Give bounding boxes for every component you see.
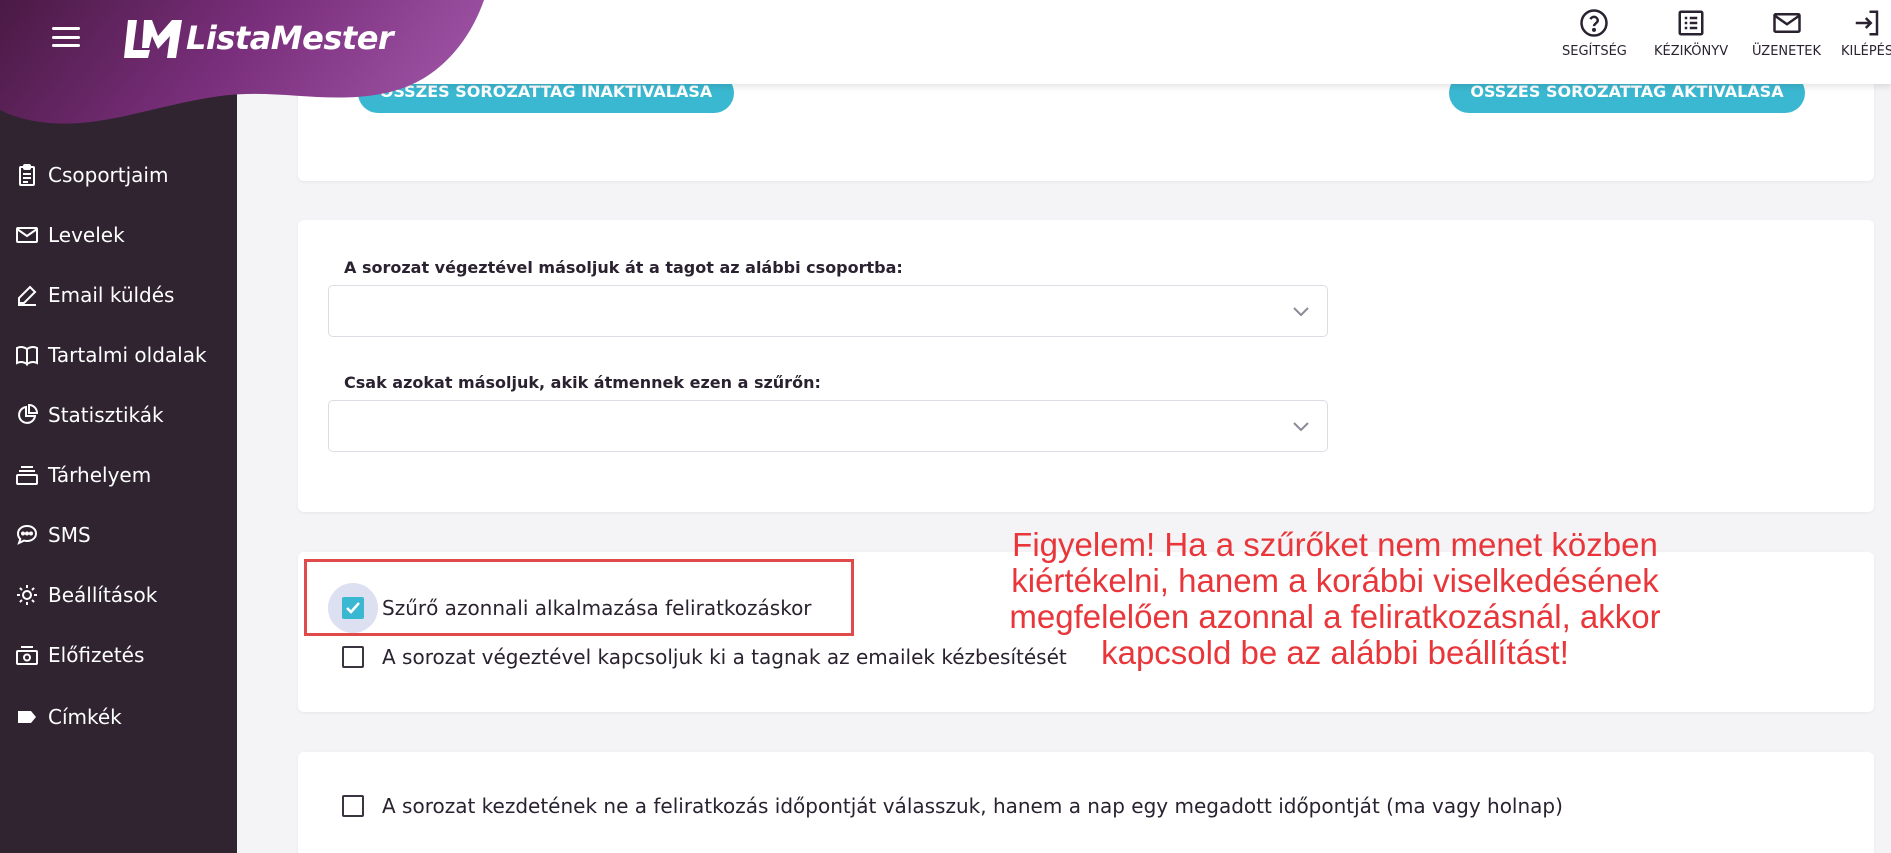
clipboard-icon	[14, 162, 40, 188]
logout-label: KILÉPÉS	[1841, 44, 1891, 59]
sidebar-item-label: Beállítások	[48, 583, 158, 607]
sidebar-item-beallitasok[interactable]: Beállítások	[0, 573, 237, 617]
messages-button[interactable]: ÜZENETEK	[1752, 8, 1821, 59]
tag-icon	[14, 704, 40, 730]
sidebar-item-label: Csoportjaim	[48, 163, 169, 187]
pencil-icon	[14, 282, 40, 308]
filter-label: Csak azokat másoljuk, akik átmennek ezen…	[344, 373, 821, 392]
sidebar-item-label: Email küldés	[48, 283, 175, 307]
messages-label: ÜZENETEK	[1752, 44, 1822, 59]
chat-bubble-icon	[14, 522, 40, 548]
manual-list-icon	[1678, 10, 1704, 36]
sidebar-item-csoportjaim[interactable]: Csoportjaim	[0, 153, 237, 197]
help-label: SEGÍTSÉG	[1562, 44, 1627, 59]
sidebar-item-label: Statisztikák	[48, 403, 164, 427]
sidebar-item-label: Tartalmi oldalak	[48, 343, 207, 367]
sidebar-item-levelek[interactable]: Levelek	[0, 213, 237, 257]
manual-label: KÉZIKÖNYV	[1654, 44, 1729, 59]
start-time-checkbox[interactable]	[342, 795, 364, 817]
copy-group-select[interactable]	[328, 285, 1328, 337]
disable-email-checkbox[interactable]	[342, 646, 364, 668]
book-icon	[14, 342, 40, 368]
help-button[interactable]: SEGÍTSÉG	[1562, 8, 1627, 59]
sidebar-item-label: Tárhelyem	[48, 463, 152, 487]
chevron-down-icon	[1293, 422, 1309, 432]
highlight-box	[304, 559, 854, 636]
chevron-down-icon	[1293, 307, 1309, 317]
sidebar-item-elofizetes[interactable]: Előfizetés	[0, 633, 237, 677]
sidebar-item-label: Címkék	[48, 705, 122, 729]
start-time-option[interactable]: A sorozat kezdetének ne a feliratkozás i…	[342, 794, 1563, 818]
pie-chart-icon	[14, 402, 40, 428]
brand-name: ListaMester	[186, 19, 394, 57]
disable-email-label: A sorozat végeztével kapcsoljuk ki a tag…	[382, 645, 1067, 669]
sidebar-item-tartalmi-oldalak[interactable]: Tartalmi oldalak	[0, 333, 237, 377]
mail-icon	[1772, 13, 1801, 33]
storage-icon	[14, 462, 40, 488]
sidebar-item-cimkek[interactable]: Címkék	[0, 695, 237, 739]
sidebar-item-email-kuldes[interactable]: Email küldés	[0, 273, 237, 317]
help-circle-icon	[1580, 9, 1609, 37]
sidebar-item-label: Levelek	[48, 223, 125, 247]
manual-button[interactable]: KÉZIKÖNYV	[1654, 8, 1728, 59]
sidebar-item-label: SMS	[48, 523, 91, 547]
payment-icon	[14, 642, 40, 668]
copy-group-label: A sorozat végeztével másoljuk át a tagot…	[344, 258, 903, 277]
sidebar-item-label: Előfizetés	[48, 643, 145, 667]
disable-email-option[interactable]: A sorozat végeztével kapcsoljuk ki a tag…	[342, 645, 1067, 669]
sidebar-item-tarhelyem[interactable]: Tárhelyem	[0, 453, 237, 497]
brand-logo[interactable]: ListaMester	[124, 16, 394, 60]
sidebar-item-statisztikak[interactable]: Statisztikák	[0, 393, 237, 437]
gear-icon	[14, 582, 40, 608]
sidebar-item-sms[interactable]: SMS	[0, 513, 237, 557]
mail-icon	[14, 222, 40, 248]
logout-button[interactable]: KILÉPÉS	[1841, 8, 1891, 59]
start-time-label: A sorozat kezdetének ne a feliratkozás i…	[382, 794, 1563, 818]
filter-select[interactable]	[328, 400, 1328, 452]
logo-mark-icon	[124, 20, 182, 58]
logout-icon	[1855, 10, 1879, 36]
hamburger-menu-button[interactable]	[50, 24, 82, 50]
